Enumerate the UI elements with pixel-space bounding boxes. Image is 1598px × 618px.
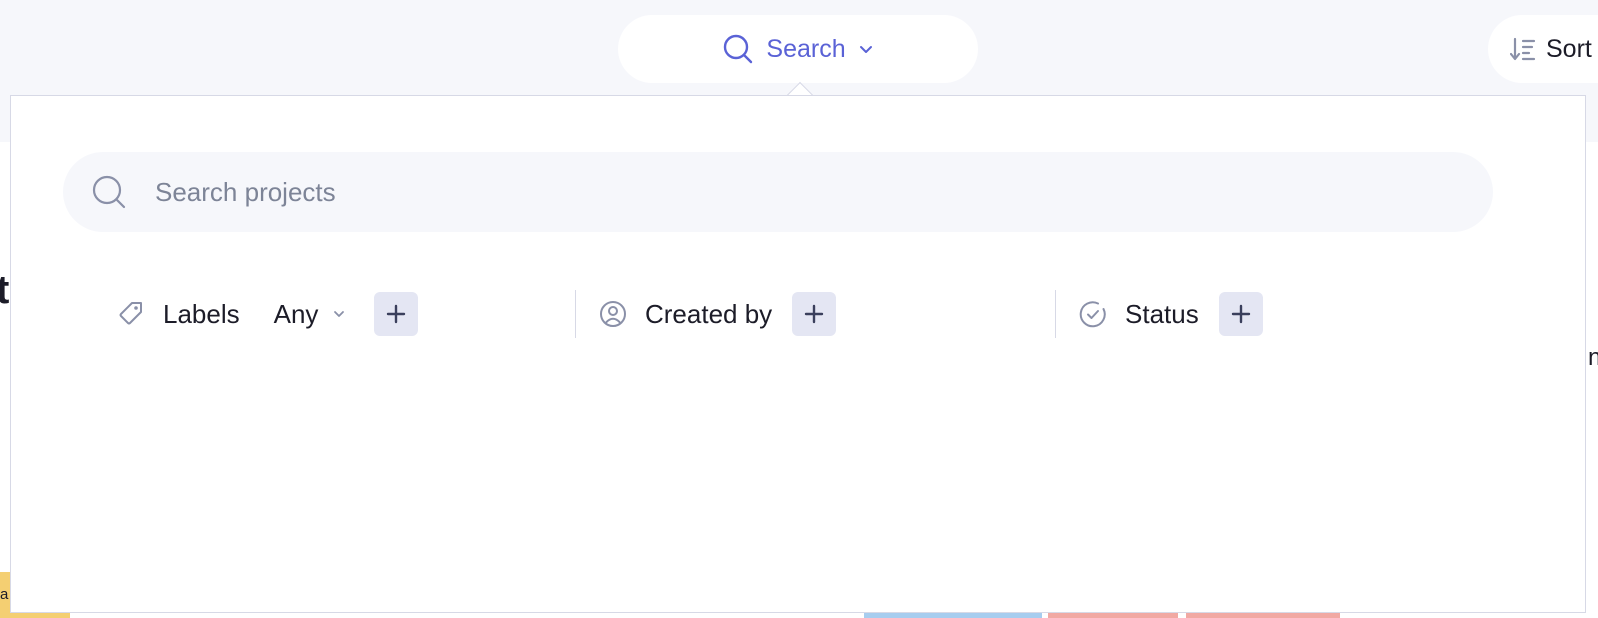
plus-icon	[804, 304, 824, 324]
tag-icon	[117, 300, 145, 328]
add-creator-button[interactable]	[792, 292, 837, 336]
status-filter: Status	[1079, 292, 1263, 336]
add-label-button[interactable]	[374, 292, 419, 336]
created-by-filter: Created by	[599, 292, 837, 336]
labels-value: Any	[273, 298, 319, 329]
plus-icon	[387, 304, 406, 324]
labels-filter-label: Labels	[163, 298, 240, 329]
labels-value-select[interactable]: Any	[274, 299, 347, 330]
created-by-filter-label: Created by	[645, 298, 773, 329]
search-input[interactable]	[155, 176, 1455, 208]
search-icon	[91, 174, 127, 210]
search-toggle-label: Search	[766, 34, 846, 63]
background-text-fragment: n	[1588, 344, 1598, 371]
chevron-down-icon	[858, 41, 874, 57]
user-icon	[599, 300, 627, 328]
plus-icon	[1231, 304, 1250, 324]
filter-divider	[1055, 290, 1056, 338]
filter-row: Labels Any Created by Status	[11, 290, 1587, 338]
sort-button[interactable]: Sort	[1488, 15, 1598, 83]
status-filter-label: Status	[1125, 298, 1199, 329]
filter-divider	[575, 290, 576, 338]
page: Search Sort t n a Search projects Labels…	[0, 0, 1598, 618]
search-toggle-button[interactable]: Search	[618, 15, 978, 83]
search-panel: Labels Any	[10, 95, 1586, 613]
labels-filter: Labels Any	[117, 292, 419, 336]
search-icon	[722, 33, 754, 65]
chevron-down-icon	[332, 307, 346, 321]
search-field[interactable]	[63, 152, 1493, 232]
sort-label: Sort	[1546, 34, 1592, 63]
check-circle-icon	[1079, 300, 1107, 328]
background-title-fragment: t	[0, 268, 10, 312]
add-status-button[interactable]	[1218, 292, 1263, 336]
sort-icon	[1510, 36, 1536, 62]
